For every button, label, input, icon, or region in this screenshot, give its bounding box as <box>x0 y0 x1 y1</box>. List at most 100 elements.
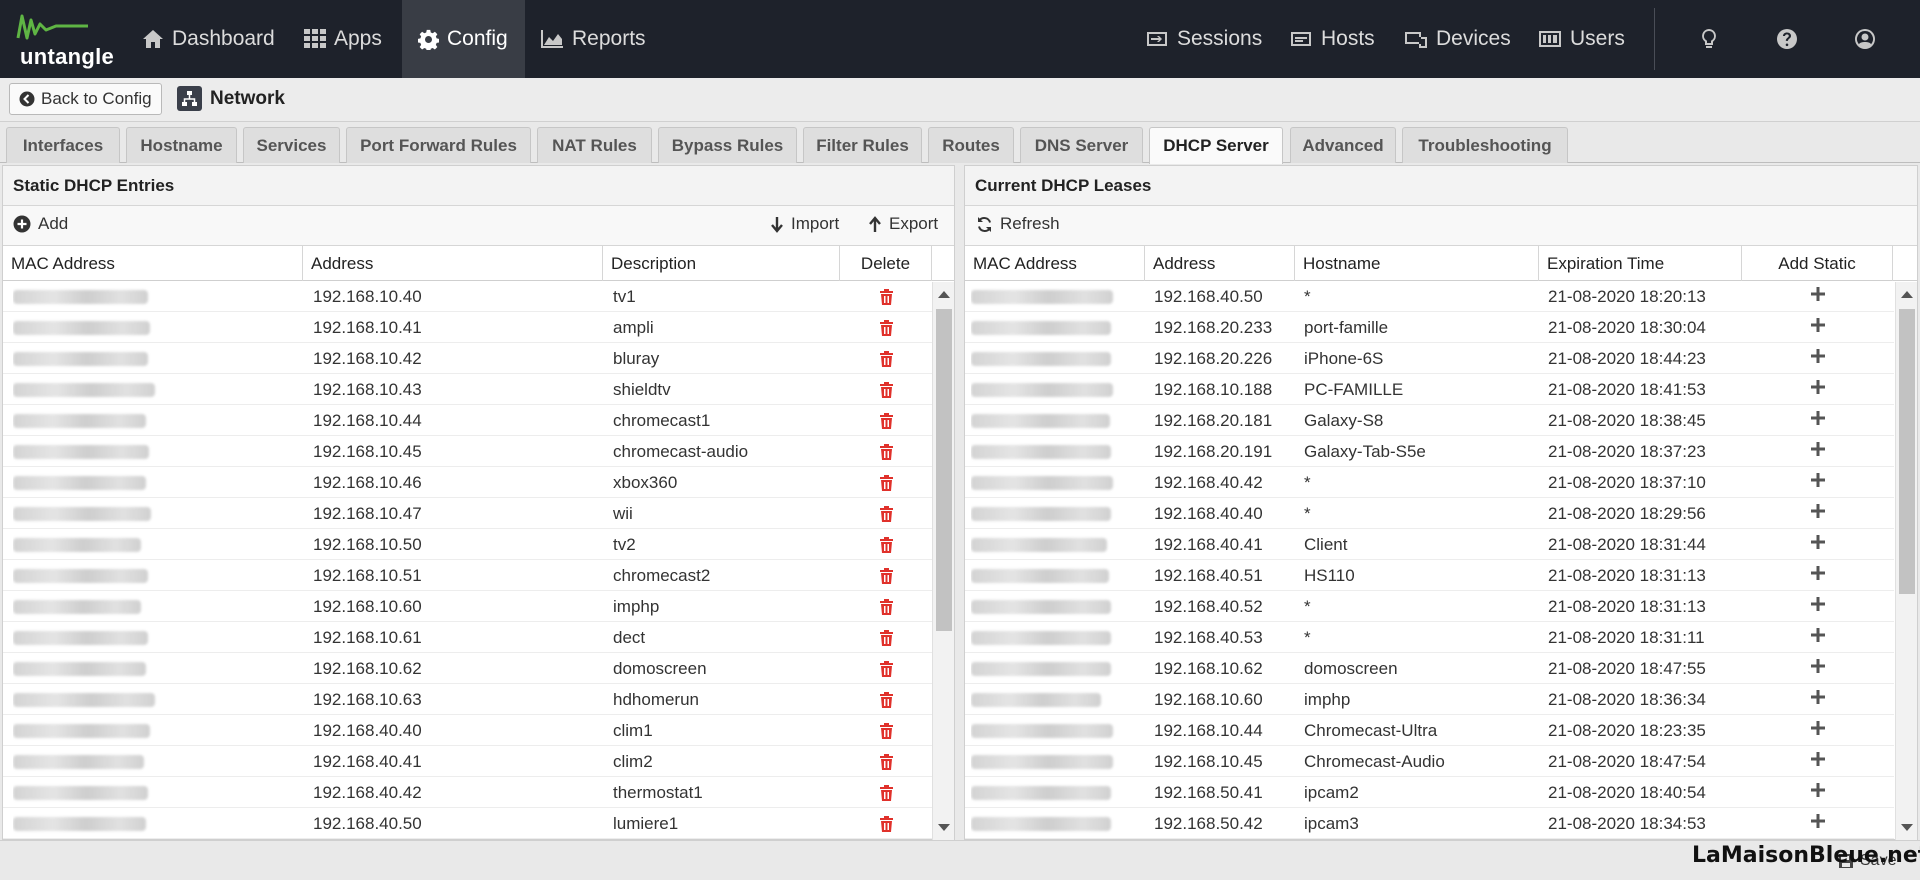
scroll-up-arrow-icon[interactable] <box>1901 291 1913 298</box>
plus-icon[interactable] <box>1810 813 1826 829</box>
static-table-row[interactable]: 192.168.10.61 dect <box>3 622 932 653</box>
static-table-row[interactable]: 192.168.10.46 xbox360 <box>3 467 932 498</box>
plus-icon[interactable] <box>1810 751 1826 767</box>
static-table-row[interactable]: 192.168.10.42 bluray <box>3 343 932 374</box>
scroll-thumb[interactable] <box>1899 309 1915 594</box>
static-scrollbar[interactable] <box>932 282 954 840</box>
tips-button[interactable] <box>1700 0 1718 78</box>
plus-icon[interactable] <box>1810 317 1826 333</box>
tab-bypass-rules[interactable]: Bypass Rules <box>658 127 797 163</box>
plus-icon[interactable] <box>1810 782 1826 798</box>
back-to-config-button[interactable]: Back to Config <box>9 83 162 115</box>
trash-icon[interactable] <box>879 722 894 740</box>
plus-icon[interactable] <box>1810 348 1826 364</box>
static-table-row[interactable]: 192.168.40.40 clim1 <box>3 715 932 746</box>
trash-icon[interactable] <box>879 288 894 306</box>
plus-icon[interactable] <box>1810 472 1826 488</box>
static-table-row[interactable]: 192.168.10.41 ampli <box>3 312 932 343</box>
trash-icon[interactable] <box>879 753 894 771</box>
static-table-row[interactable]: 192.168.10.47 wii <box>3 498 932 529</box>
nav-users[interactable]: Users <box>1538 0 1625 78</box>
tab-dns-server[interactable]: DNS Server <box>1020 127 1143 163</box>
static-table-row[interactable]: 192.168.10.40 tv1 <box>3 281 932 312</box>
tab-nat-rules[interactable]: NAT Rules <box>537 127 652 163</box>
col-mac-address[interactable]: MAC Address <box>965 246 1145 281</box>
static-table-row[interactable]: 192.168.10.43 shieldtv <box>3 374 932 405</box>
lease-table-row[interactable]: 192.168.20.181 Galaxy-S8 21-08-2020 18:38:… <box>965 405 1894 436</box>
trash-icon[interactable] <box>879 505 894 523</box>
static-table-row[interactable]: 192.168.10.63 hdhomerun <box>3 684 932 715</box>
trash-icon[interactable] <box>879 598 894 616</box>
refresh-button[interactable]: Refresh <box>976 214 1060 234</box>
static-table-row[interactable]: 192.168.10.51 chromecast2 <box>3 560 932 591</box>
help-button[interactable] <box>1776 0 1798 78</box>
trash-icon[interactable] <box>879 691 894 709</box>
col-hostname[interactable]: Hostname <box>1295 246 1539 281</box>
tab-interfaces[interactable]: Interfaces <box>6 127 120 163</box>
add-button[interactable]: Add <box>13 214 68 234</box>
lease-table-row[interactable]: 192.168.40.51 HS110 21-08-2020 18:31:13 <box>965 560 1894 591</box>
col-description[interactable]: Description <box>603 246 840 281</box>
col-delete[interactable]: Delete <box>840 246 932 281</box>
col-expiration-time[interactable]: Expiration Time <box>1539 246 1742 281</box>
import-button[interactable]: Import <box>770 214 839 234</box>
lease-table-row[interactable]: 192.168.50.41 ipcam2 21-08-2020 18:40:54 <box>965 777 1894 808</box>
col-address[interactable]: Address <box>1145 246 1295 281</box>
plus-icon[interactable] <box>1810 441 1826 457</box>
trash-icon[interactable] <box>879 567 894 585</box>
untangle-logo[interactable]: untangle <box>16 10 114 69</box>
lease-table-row[interactable]: 192.168.10.45 Chromecast-Audio 21-08-2020 … <box>965 746 1894 777</box>
tab-hostname[interactable]: Hostname <box>126 127 237 163</box>
lease-table-row[interactable]: 192.168.10.188 PC-FAMILLE 21-08-2020 18:41… <box>965 374 1894 405</box>
trash-icon[interactable] <box>879 319 894 337</box>
static-table-row[interactable]: 192.168.10.50 tv2 <box>3 529 932 560</box>
leases-scrollbar[interactable] <box>1895 282 1917 840</box>
nav-reports[interactable]: Reports <box>540 0 646 78</box>
scroll-down-arrow-icon[interactable] <box>1901 824 1913 831</box>
trash-icon[interactable] <box>879 474 894 492</box>
scroll-thumb[interactable] <box>936 309 952 631</box>
plus-icon[interactable] <box>1810 410 1826 426</box>
trash-icon[interactable] <box>879 443 894 461</box>
tab-filter-rules[interactable]: Filter Rules <box>803 127 922 163</box>
lease-table-row[interactable]: 192.168.10.62 domoscreen 21-08-2020 18:47:… <box>965 653 1894 684</box>
col-mac-address[interactable]: MAC Address <box>3 246 303 281</box>
trash-icon[interactable] <box>879 350 894 368</box>
tab-advanced[interactable]: Advanced <box>1290 127 1396 163</box>
lease-table-row[interactable]: 192.168.10.44 Chromecast-Ultra 21-08-2020 … <box>965 715 1894 746</box>
account-button[interactable] <box>1854 0 1876 78</box>
nav-hosts[interactable]: Hosts <box>1289 0 1375 78</box>
lease-table-row[interactable]: 192.168.40.52 * 21-08-2020 18:31:13 <box>965 591 1894 622</box>
tab-dhcp-server[interactable]: DHCP Server <box>1149 127 1283 164</box>
lease-table-row[interactable]: 192.168.10.60 imphp 21-08-2020 18:36:34 <box>965 684 1894 715</box>
static-table-row[interactable]: 192.168.10.45 chromecast-audio <box>3 436 932 467</box>
lease-table-row[interactable]: 192.168.40.40 * 21-08-2020 18:29:56 <box>965 498 1894 529</box>
scroll-down-arrow-icon[interactable] <box>938 824 950 831</box>
static-table-row[interactable]: 192.168.40.50 lumiere1 <box>3 808 932 839</box>
scroll-up-arrow-icon[interactable] <box>938 291 950 298</box>
nav-config[interactable]: Config <box>402 0 525 78</box>
trash-icon[interactable] <box>879 784 894 802</box>
static-table-row[interactable]: 192.168.40.41 clim2 <box>3 746 932 777</box>
tab-services[interactable]: Services <box>243 127 340 163</box>
nav-sessions[interactable]: Sessions <box>1145 0 1262 78</box>
lease-table-row[interactable]: 192.168.40.53 * 21-08-2020 18:31:11 <box>965 622 1894 653</box>
trash-icon[interactable] <box>879 815 894 833</box>
lease-table-row[interactable]: 192.168.40.42 * 21-08-2020 18:37:10 <box>965 467 1894 498</box>
plus-icon[interactable] <box>1810 503 1826 519</box>
col-add-static[interactable]: Add Static <box>1742 246 1893 281</box>
nav-apps[interactable]: Apps <box>304 0 382 78</box>
lease-table-row[interactable]: 192.168.20.233 port-famille 21-08-2020 18:… <box>965 312 1894 343</box>
plus-icon[interactable] <box>1810 286 1826 302</box>
plus-icon[interactable] <box>1810 565 1826 581</box>
tab-routes[interactable]: Routes <box>928 127 1014 163</box>
lease-table-row[interactable]: 192.168.20.226 iPhone-6S 21-08-2020 18:44:… <box>965 343 1894 374</box>
trash-icon[interactable] <box>879 660 894 678</box>
tab-port-forward-rules[interactable]: Port Forward Rules <box>346 127 531 163</box>
plus-icon[interactable] <box>1810 379 1826 395</box>
lease-table-row[interactable]: 192.168.20.191 Galaxy-Tab-S5e 21-08-2020 1… <box>965 436 1894 467</box>
plus-icon[interactable] <box>1810 627 1826 643</box>
plus-icon[interactable] <box>1810 596 1826 612</box>
static-table-row[interactable]: 192.168.40.42 thermostat1 <box>3 777 932 808</box>
trash-icon[interactable] <box>879 412 894 430</box>
